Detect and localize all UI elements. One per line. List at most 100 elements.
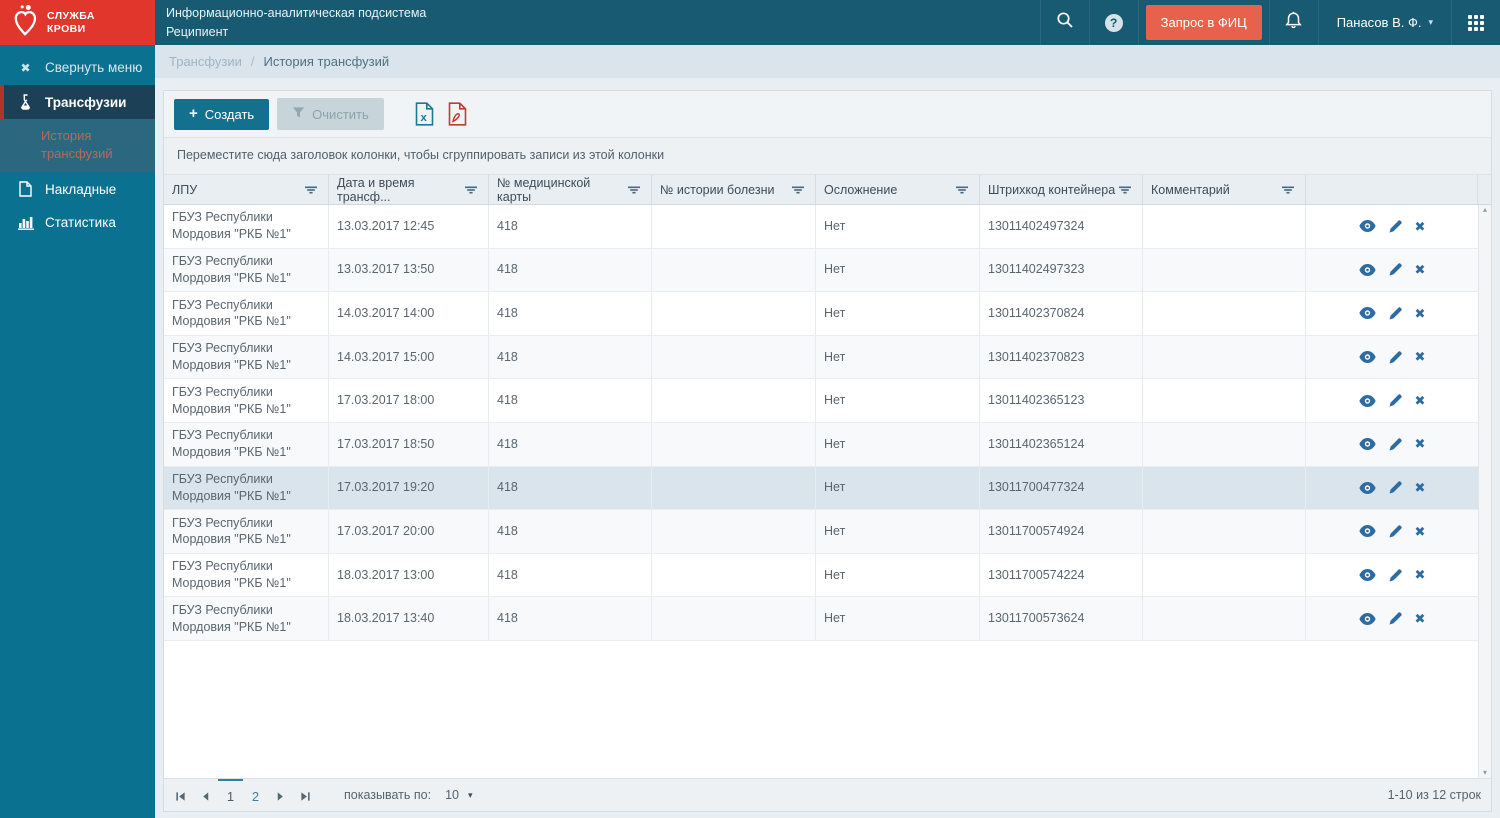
- fic-request-button[interactable]: Запрос в ФИЦ: [1145, 5, 1262, 40]
- table-row[interactable]: ГБУЗ Республики Мордовия "РКБ №1" 13.03.2…: [164, 248, 1478, 293]
- delete-icon[interactable]: ✖: [1415, 523, 1426, 541]
- delete-icon[interactable]: ✖: [1415, 392, 1426, 410]
- sidebar-item-transfusions[interactable]: Трансфузии: [0, 85, 155, 119]
- prev-page-button[interactable]: [193, 779, 218, 811]
- search-button[interactable]: [1039, 0, 1089, 45]
- delete-icon[interactable]: ✖: [1415, 305, 1426, 323]
- table-row[interactable]: ГБУЗ Республики Мордовия "РКБ №1" 17.03.2…: [164, 466, 1478, 511]
- column-header[interactable]: № медицинской карты: [489, 175, 652, 204]
- view-icon[interactable]: [1358, 220, 1376, 233]
- user-menu[interactable]: Панасов В. Ф. ▾: [1317, 0, 1451, 45]
- edit-icon[interactable]: [1389, 612, 1402, 625]
- filter-icon[interactable]: [462, 183, 480, 197]
- collapse-menu-label: Свернуть меню: [45, 60, 143, 75]
- next-page-button[interactable]: [268, 779, 293, 811]
- delete-icon[interactable]: ✖: [1415, 479, 1426, 497]
- view-icon[interactable]: [1358, 263, 1376, 276]
- table-row[interactable]: ГБУЗ Республики Мордовия "РКБ №1" 17.03.2…: [164, 379, 1478, 423]
- table-row[interactable]: ГБУЗ Республики Мордовия "РКБ №1" 17.03.2…: [164, 510, 1478, 554]
- apps-menu-button[interactable]: [1451, 0, 1500, 45]
- column-header[interactable]: Штрихкод контейнера: [980, 175, 1143, 204]
- table-row[interactable]: ГБУЗ Республики Мордовия "РКБ №1" 18.03.2…: [164, 553, 1478, 598]
- page-number-2[interactable]: 2: [243, 779, 268, 811]
- delete-icon[interactable]: ✖: [1415, 435, 1426, 453]
- edit-icon[interactable]: [1389, 568, 1402, 582]
- column-header-label: Комментарий: [1151, 182, 1230, 197]
- cell-barcode: 13011700477324: [980, 466, 1143, 510]
- table-row[interactable]: ГБУЗ Республики Мордовия "РКБ №1" 14.03.2…: [164, 335, 1478, 380]
- page-number-1[interactable]: 1: [218, 779, 243, 811]
- sidebar-item-statistics[interactable]: Статистика: [0, 206, 155, 239]
- cell-barcode: 13011700574924: [980, 510, 1143, 553]
- filter-icon[interactable]: [1279, 183, 1297, 197]
- cell-history: [652, 335, 816, 379]
- clear-filter-button[interactable]: Очистить: [277, 98, 384, 130]
- flask-icon: [17, 94, 34, 110]
- table-row[interactable]: ГБУЗ Республики Мордовия "РКБ №1" 13.03.2…: [164, 205, 1478, 249]
- edit-icon[interactable]: [1389, 481, 1402, 494]
- vertical-scrollbar[interactable]: ▴ ▾: [1478, 205, 1491, 778]
- first-page-button[interactable]: [168, 779, 193, 811]
- group-drop-zone[interactable]: Переместите сюда заголовок колонки, чтоб…: [164, 138, 1491, 175]
- edit-icon[interactable]: [1389, 263, 1402, 276]
- edit-icon[interactable]: [1389, 394, 1402, 407]
- sidebar-item-invoices[interactable]: Накладные: [0, 172, 155, 206]
- table-row[interactable]: ГБУЗ Республики Мордовия "РКБ №1" 17.03.2…: [164, 422, 1478, 467]
- edit-icon[interactable]: [1389, 307, 1402, 320]
- delete-icon[interactable]: ✖: [1415, 566, 1426, 584]
- cell-complication: Нет: [816, 553, 980, 597]
- view-icon[interactable]: [1358, 569, 1376, 582]
- app-logo[interactable]: СЛУЖБА КРОВИ: [0, 0, 155, 45]
- cell-datetime: 13.03.2017 12:45: [329, 205, 489, 248]
- chevron-down-icon: ▾: [1428, 17, 1433, 27]
- view-icon[interactable]: [1358, 612, 1376, 625]
- pager-pages: 12: [218, 779, 268, 811]
- edit-icon[interactable]: [1389, 525, 1402, 538]
- view-icon[interactable]: [1358, 307, 1376, 320]
- cell-lpu: ГБУЗ Республики Мордовия "РКБ №1": [164, 422, 329, 466]
- view-icon[interactable]: [1358, 394, 1376, 407]
- pager-info: 1-10 из 12 строк: [1387, 788, 1481, 802]
- last-page-button[interactable]: [293, 779, 318, 811]
- excel-export-icon[interactable]: x: [414, 102, 435, 126]
- column-header-label: № медицинской карты: [497, 175, 591, 204]
- filter-icon[interactable]: [625, 183, 643, 197]
- view-icon[interactable]: [1358, 481, 1376, 494]
- column-header[interactable]: ЛПУ: [164, 175, 329, 204]
- scroll-down-icon[interactable]: ▾: [1483, 769, 1487, 777]
- breadcrumb-parent[interactable]: Трансфузии: [169, 54, 242, 69]
- collapse-menu-button[interactable]: ✖ Свернуть меню: [0, 50, 155, 85]
- delete-icon[interactable]: ✖: [1415, 348, 1426, 366]
- delete-icon[interactable]: ✖: [1415, 218, 1426, 236]
- filter-icon[interactable]: [953, 183, 971, 197]
- sidebar-subitem-transfusion-history[interactable]: История трансфузий: [0, 119, 155, 173]
- cell-lpu: ГБУЗ Республики Мордовия "РКБ №1": [164, 466, 329, 510]
- edit-icon[interactable]: [1389, 438, 1402, 451]
- help-button[interactable]: ?: [1088, 0, 1138, 45]
- grid-panel: + Создать Очистить x Переместите сюда за…: [163, 90, 1492, 812]
- table-row[interactable]: ГБУЗ Республики Мордовия "РКБ №1" 18.03.2…: [164, 597, 1478, 641]
- edit-icon[interactable]: [1389, 350, 1402, 364]
- column-header[interactable]: Комментарий: [1143, 175, 1306, 204]
- cell-comment: [1143, 248, 1306, 292]
- page-size-dropdown[interactable]: 10 ▾: [445, 788, 472, 802]
- cell-lpu: ГБУЗ Республики Мордовия "РКБ №1": [164, 248, 329, 292]
- notifications-button[interactable]: [1268, 0, 1318, 45]
- pdf-export-icon[interactable]: [447, 102, 468, 126]
- column-header[interactable]: № истории болезни: [652, 175, 816, 204]
- delete-icon[interactable]: ✖: [1415, 610, 1426, 628]
- column-header[interactable]: Осложнение: [816, 175, 980, 204]
- view-icon[interactable]: [1358, 525, 1376, 538]
- scroll-up-icon[interactable]: ▴: [1483, 206, 1487, 214]
- filter-icon[interactable]: [302, 183, 320, 197]
- column-header[interactable]: Дата и время трансф...: [329, 175, 489, 204]
- view-icon[interactable]: [1358, 438, 1376, 451]
- cell-datetime: 17.03.2017 18:50: [329, 422, 489, 466]
- filter-icon[interactable]: [1116, 183, 1134, 197]
- table-row[interactable]: ГБУЗ Республики Мордовия "РКБ №1" 14.03.2…: [164, 292, 1478, 336]
- filter-icon[interactable]: [789, 183, 807, 197]
- view-icon[interactable]: [1358, 351, 1376, 364]
- edit-icon[interactable]: [1389, 220, 1402, 233]
- delete-icon[interactable]: ✖: [1415, 261, 1426, 279]
- create-button[interactable]: + Создать: [174, 98, 270, 130]
